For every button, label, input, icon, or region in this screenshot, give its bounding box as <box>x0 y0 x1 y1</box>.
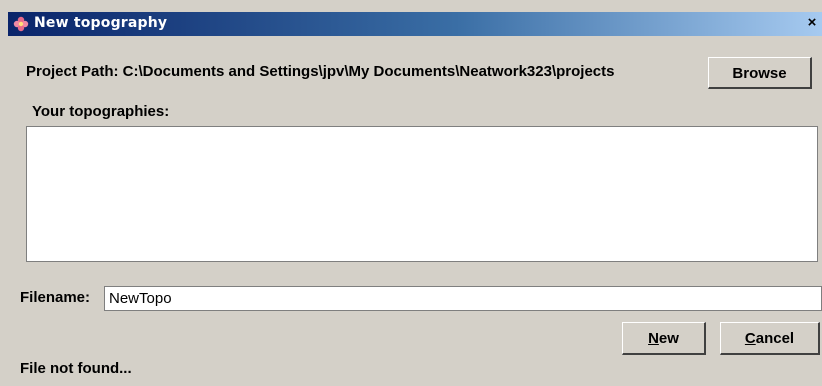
new-topography-dialog: New topography × Project Path: C:\Docume… <box>0 0 822 386</box>
new-button[interactable]: New <box>622 322 706 355</box>
topographies-label: Your topographies: <box>32 103 170 120</box>
filename-label: Filename: <box>20 289 91 306</box>
app-flower-icon <box>12 15 30 33</box>
browse-button[interactable]: Browse <box>708 57 812 89</box>
status-message: File not found... <box>20 360 132 377</box>
cancel-mnemonic: C <box>744 330 756 347</box>
close-icon[interactable]: × <box>804 15 820 31</box>
topographies-list[interactable] <box>26 126 818 262</box>
filename-input[interactable] <box>104 286 822 311</box>
new-mnemonic: N <box>648 330 659 347</box>
title-bar[interactable]: New topography × <box>8 12 822 36</box>
cancel-label-rest: ancel <box>755 330 795 347</box>
new-label-rest: ew <box>658 330 679 347</box>
window-title: New topography <box>34 15 168 31</box>
project-path-label: Project Path: C:\Documents and Settings\… <box>26 63 615 80</box>
cancel-button[interactable]: Cancel <box>720 322 820 355</box>
